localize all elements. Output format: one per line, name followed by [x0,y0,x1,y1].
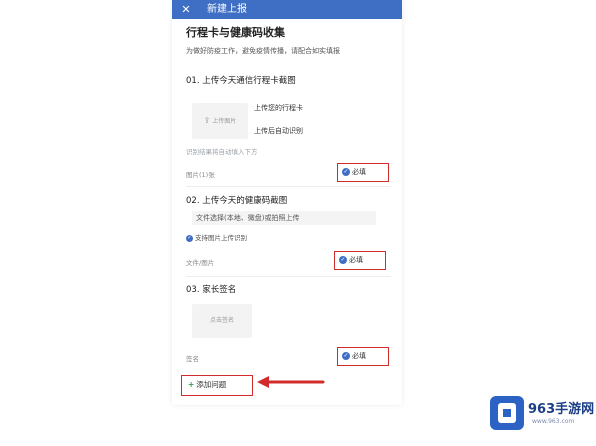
section-3-title: 03. 家长签名 [186,285,237,295]
support-label: 支持图片上传识别 [195,234,247,242]
add-question-label: 添加问题 [196,380,227,389]
top-bar: ✕ 新建上报 [172,0,402,19]
watermark-brand: 963手游网 [528,402,595,417]
divider [186,186,391,187]
upload-hint-1: 上传您的行程卡 [254,104,303,112]
check-circle-icon: ✓ [342,168,350,176]
itinerary-upload-box[interactable]: ⇪ 上传图片 [192,103,248,139]
arrow-left-icon [257,376,325,388]
required-label: 必填 [352,352,366,360]
support-upload-option[interactable]: ✓ 支持图片上传识别 [186,232,247,242]
screenshot-canvas: ✕ 新建上报 行程卡与健康码收集 为做好防疫工作，避免疫情传播，请配合如实填报 … [0,0,596,446]
watermark-site: www.963.com [532,418,575,425]
upload-box-label: 上传图片 [212,118,237,125]
window-title: 新建上报 [207,4,247,15]
signature-box[interactable]: 点击签名 [192,304,252,338]
section-1-meta: 图片(1)张 [186,171,215,179]
required-label: 必填 [352,168,366,176]
check-circle-icon: ✓ [342,352,350,360]
health-code-file-input[interactable]: 文件选择(本地、微盘)或拍照上传 [192,211,376,225]
watermark-logo: 963手游网 www.963.com [490,393,594,438]
form-description: 为做好防疫工作，避免疫情传播，请配合如实填报 [186,47,340,55]
check-circle-icon: ✓ [339,256,347,264]
cube-icon [498,403,516,423]
form-title: 行程卡与健康码收集 [186,26,285,39]
signature-label: 点击签名 [209,317,234,324]
upload-hint-2: 上传后自动识别 [254,127,303,135]
plus-icon: + [188,380,195,389]
section-1-required-toggle[interactable]: ✓ 必填 [337,163,389,182]
section-2-meta: 文件/图片 [186,259,215,267]
mobile-form-screen: ✕ 新建上报 行程卡与健康码收集 为做好防疫工作，避免疫情传播，请配合如实填报 … [172,0,402,405]
section-2-required-toggle[interactable]: ✓ 必填 [334,251,386,270]
add-question-button[interactable]: + 添加问题 [181,375,253,396]
check-circle-icon: ✓ [186,234,193,242]
upload-icon: ⇪ [203,116,211,125]
close-icon[interactable]: ✕ [180,0,192,19]
logo-box [490,396,524,430]
divider [186,276,391,277]
section-2-title: 02. 上传今天的健康码截图 [186,196,288,206]
required-label: 必填 [349,256,363,264]
section-1-extra-line: 识别结果将自动填入下方 [186,148,258,156]
section-1-title: 01. 上传今天通信行程卡截图 [186,76,296,86]
section-3-meta: 签名 [186,355,199,363]
section-3-required-toggle[interactable]: ✓ 必填 [337,347,389,366]
